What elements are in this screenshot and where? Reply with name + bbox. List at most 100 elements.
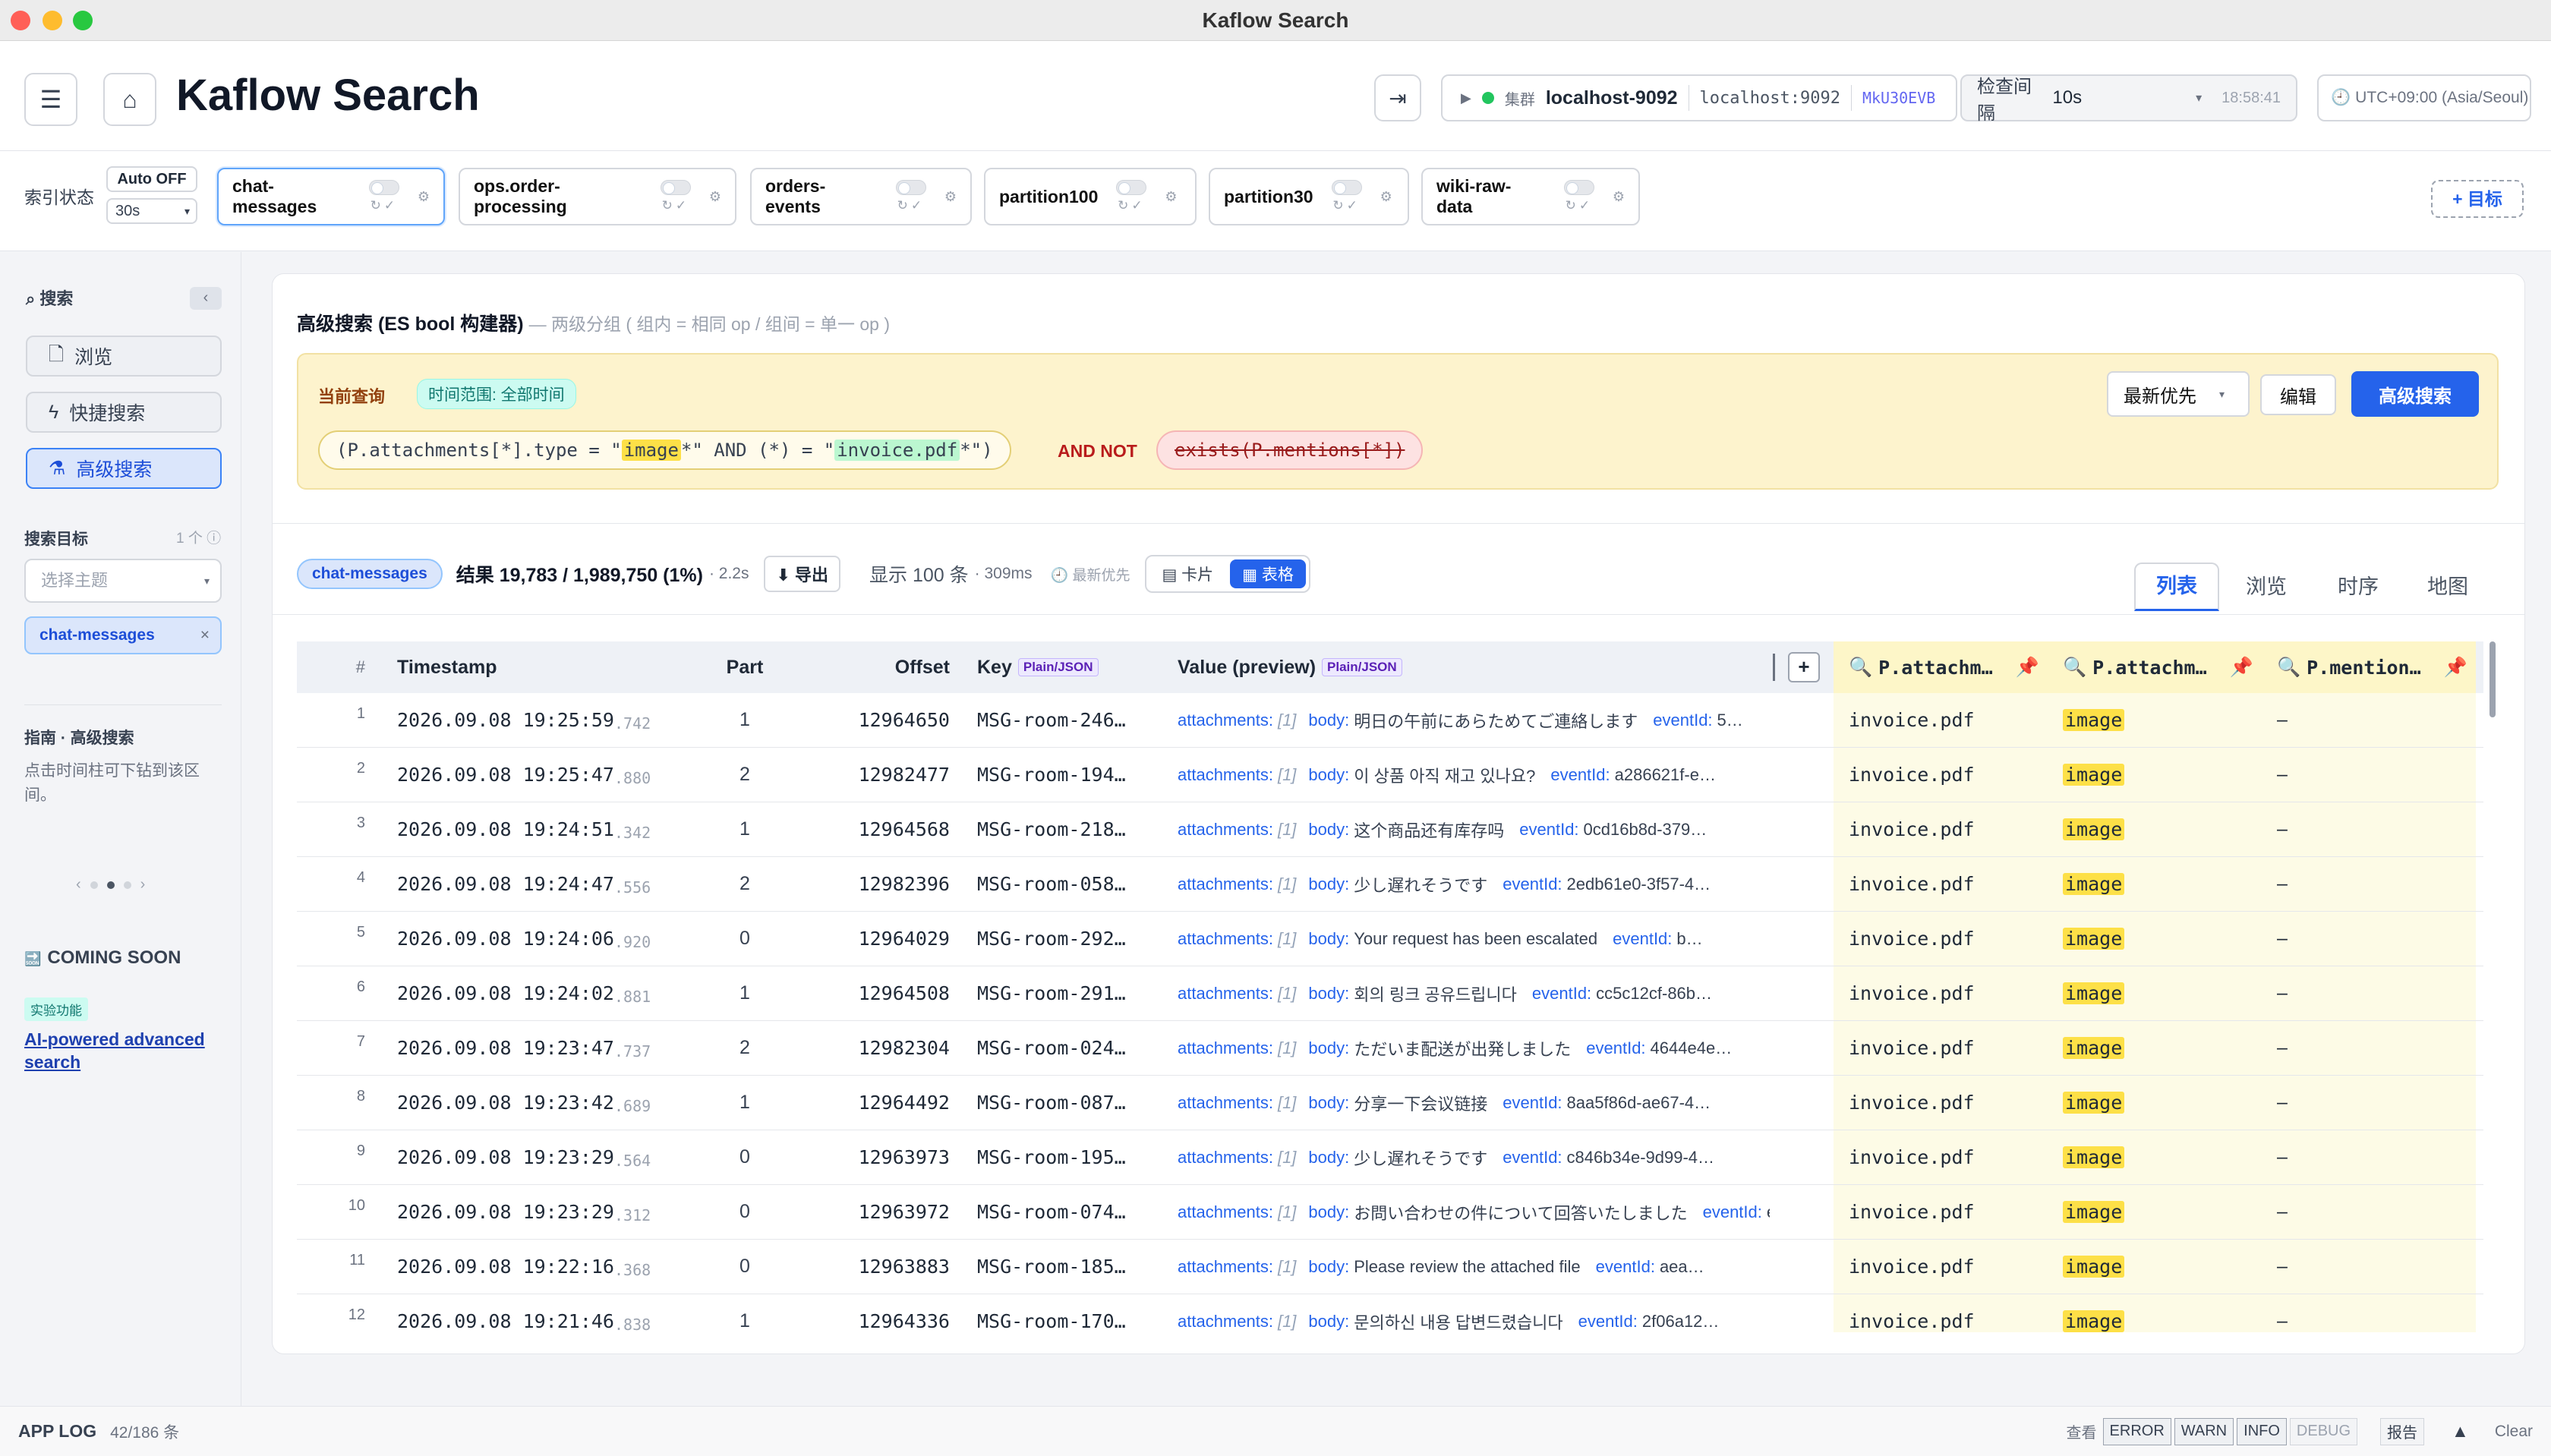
index-chip-wiki-raw-data[interactable]: wiki-raw-data ↻✓ ⚙: [1421, 168, 1640, 225]
col-attachment-type[interactable]: 🔍 P.attachm… 📌: [2048, 641, 2262, 693]
row-key[interactable]: MSG-room-024…: [977, 1021, 1152, 1075]
pager-next[interactable]: ›: [140, 876, 146, 893]
row-key[interactable]: MSG-room-087…: [977, 1076, 1152, 1130]
value-format-tag[interactable]: Plain/JSON: [1322, 658, 1402, 676]
row-key[interactable]: MSG-room-194…: [977, 748, 1152, 802]
index-chip-ops-order-processing[interactable]: ops.order-processing ↻✓ ⚙: [459, 168, 736, 225]
row-timestamp[interactable]: 2026.09.08 19:23:47.737: [397, 1021, 701, 1075]
vertical-scrollbar[interactable]: [2490, 641, 2496, 717]
auto-interval-select[interactable]: 30s ▾: [106, 198, 197, 224]
log-level-info[interactable]: INFO: [2237, 1417, 2287, 1445]
index-chip-controls[interactable]: ↻✓: [895, 180, 926, 213]
row-timestamp[interactable]: 2026.09.08 19:24:47.556: [397, 857, 701, 911]
row-value-preview[interactable]: attachments: [1] body: 这个商品还有库存吗 eventId: 0cd…: [1178, 802, 1770, 856]
query-clause-2[interactable]: exists(P.mentions[*]): [1156, 430, 1424, 470]
index-chip-controls[interactable]: ↻✓: [1116, 180, 1147, 213]
gear-icon[interactable]: ⚙: [1380, 189, 1392, 205]
table-row[interactable]: 8 2026.09.08 19:23:42.689 1 12964492 MSG-roo…: [297, 1076, 2483, 1130]
app-log-label[interactable]: APP LOG: [18, 1421, 96, 1442]
row-value-preview[interactable]: attachments: [1] body: 회의 링크 공유드립니다 eventId:…: [1178, 966, 1770, 1020]
latest-first-toggle[interactable]: 🕘 最新优先: [1051, 564, 1130, 585]
row-timestamp[interactable]: 2026.09.08 19:24:02.881: [397, 966, 701, 1020]
table-row[interactable]: 3 2026.09.08 19:24:51.342 1 12964568 MSG-roo…: [297, 802, 2483, 857]
table-row[interactable]: 2 2026.09.08 19:25:47.880 2 12982477 MSG-roo…: [297, 748, 2483, 802]
guide-pager[interactable]: ‹ ›: [76, 876, 145, 893]
row-value-preview[interactable]: attachments: [1] body: 明日の午前にあらためてご連絡します eve…: [1178, 693, 1770, 747]
row-value-preview[interactable]: attachments: [1] body: 少し遅れそうです eventId: 2edb…: [1178, 857, 1770, 911]
col-partition[interactable]: Part: [707, 641, 783, 693]
gear-icon[interactable]: ⚙: [1613, 189, 1625, 205]
add-column-button[interactable]: +: [1788, 652, 1820, 682]
row-key[interactable]: MSG-room-170…: [977, 1294, 1152, 1332]
close-icon[interactable]: ×: [200, 618, 210, 653]
tab-timeline[interactable]: 时序: [2313, 563, 2403, 608]
row-timestamp[interactable]: 2026.09.08 19:24:51.342: [397, 802, 701, 856]
row-key[interactable]: MSG-room-195…: [977, 1130, 1152, 1184]
clear-log-button[interactable]: Clear: [2495, 1423, 2533, 1441]
key-format-tag[interactable]: Plain/JSON: [1017, 658, 1099, 676]
row-key[interactable]: MSG-room-292…: [977, 912, 1152, 966]
log-level-error[interactable]: ERROR: [2102, 1417, 2171, 1445]
table-row[interactable]: 12 2026.09.08 19:21:46.838 1 12964336 MSG-ro…: [297, 1294, 2483, 1332]
index-chip-partition100[interactable]: partition100 ↻✓ ⚙: [984, 168, 1197, 225]
row-timestamp[interactable]: 2026.09.08 19:23:29.564: [397, 1130, 701, 1184]
row-key[interactable]: MSG-room-185…: [977, 1240, 1152, 1294]
log-level-debug[interactable]: DEBUG: [2289, 1417, 2358, 1445]
view-card-button[interactable]: ▤ 卡片: [1149, 559, 1225, 588]
index-chip-controls[interactable]: ↻✓: [660, 180, 691, 213]
row-value-preview[interactable]: attachments: [1] body: Your request has bee…: [1178, 912, 1770, 966]
expand-log-icon[interactable]: ▲: [2452, 1421, 2469, 1442]
col-mentions[interactable]: 🔍 P.mention… 📌: [2262, 641, 2476, 693]
sort-select[interactable]: 最新优先 ▾: [2107, 371, 2250, 417]
tab-map[interactable]: 地图: [2403, 563, 2493, 608]
col-offset[interactable]: Offset: [798, 641, 950, 693]
table-row[interactable]: 9 2026.09.08 19:23:29.564 0 12963973 MSG-roo…: [297, 1130, 2483, 1185]
zoom-window-button[interactable]: [73, 11, 93, 30]
index-chip-controls[interactable]: ↻✓: [1331, 180, 1362, 213]
logout-icon[interactable]: ⇥: [1374, 74, 1421, 121]
tab-list[interactable]: 列表: [2134, 563, 2219, 611]
index-chip-chat-messages[interactable]: chat-messages ↻✓ ⚙: [217, 168, 445, 225]
check-interval-select[interactable]: 检查间隔 10s ▾ 18:58:41: [1960, 74, 2297, 124]
log-level-warn[interactable]: WARN: [2174, 1417, 2234, 1445]
export-button[interactable]: ⬇ 导出: [764, 556, 841, 592]
ai-search-link[interactable]: AI-powered advanced search: [24, 1028, 222, 1073]
menu-icon[interactable]: ☰: [24, 73, 77, 126]
row-timestamp[interactable]: 2026.09.08 19:21:46.838: [397, 1294, 701, 1332]
advanced-search-button[interactable]: 高级搜索: [2351, 371, 2479, 417]
index-chip-controls[interactable]: ↻✓: [1563, 180, 1594, 213]
row-value-preview[interactable]: attachments: [1] body: Please review the at…: [1178, 1240, 1770, 1294]
index-chip-orders-events[interactable]: orders-events ↻✓ ⚙: [750, 168, 972, 225]
pin-icon[interactable]: 📌: [2016, 657, 2039, 679]
table-row[interactable]: 10 2026.09.08 19:23:29.312 0 12963972 MSG-ro…: [297, 1185, 2483, 1240]
row-key[interactable]: MSG-room-058…: [977, 857, 1152, 911]
table-row[interactable]: 7 2026.09.08 19:23:47.737 2 12982304 MSG-roo…: [297, 1021, 2483, 1076]
gear-icon[interactable]: ⚙: [418, 189, 430, 205]
edit-button[interactable]: 编辑: [2260, 374, 2336, 415]
row-timestamp[interactable]: 2026.09.08 19:22:16.368: [397, 1240, 701, 1294]
table-row[interactable]: 4 2026.09.08 19:24:47.556 2 12982396 MSG-roo…: [297, 857, 2483, 912]
and-not-operator[interactable]: AND NOT: [1058, 441, 1137, 462]
sidebar-item-advanced-search[interactable]: ⚗ 高级搜索: [26, 448, 222, 489]
view-table-button[interactable]: ▦ 表格: [1230, 559, 1306, 588]
sidebar-item-quick-search[interactable]: ϟ 快捷搜索: [26, 392, 222, 433]
row-timestamp[interactable]: 2026.09.08 19:24:06.920: [397, 912, 701, 966]
topic-select[interactable]: 选择主题 ▾: [24, 559, 222, 603]
tab-browse[interactable]: 浏览: [2219, 563, 2313, 608]
row-timestamp[interactable]: 2026.09.08 19:25:59.742: [397, 693, 701, 747]
query-clause-1[interactable]: (P.attachments[*].type = " image *" AND (*…: [318, 430, 1011, 470]
col-key[interactable]: Key Plain/JSON: [977, 641, 1144, 693]
row-key[interactable]: MSG-room-291…: [977, 966, 1152, 1020]
column-resize-handle[interactable]: [1773, 654, 1775, 681]
row-timestamp[interactable]: 2026.09.08 19:25:47.880: [397, 748, 701, 802]
row-value-preview[interactable]: attachments: [1] body: ただいま配送が出発しました eventId…: [1178, 1021, 1770, 1075]
app-log-bar[interactable]: APP LOG 42/186 条 查看 ERROR WARN INFO DEBU…: [0, 1406, 2551, 1456]
index-chip-controls[interactable]: ↻✓: [368, 180, 399, 213]
add-target-button[interactable]: + 目标: [2431, 180, 2524, 218]
report-button[interactable]: 报告: [2380, 1417, 2425, 1445]
row-key[interactable]: MSG-room-074…: [977, 1185, 1152, 1239]
time-range-badge[interactable]: 时间范围: 全部时间: [417, 379, 576, 409]
sidebar-item-browse[interactable]: 🗋 浏览: [26, 336, 222, 377]
row-value-preview[interactable]: attachments: [1] body: 문의하신 내용 답변드렸습니다 event…: [1178, 1294, 1770, 1332]
gear-icon[interactable]: ⚙: [944, 189, 957, 205]
